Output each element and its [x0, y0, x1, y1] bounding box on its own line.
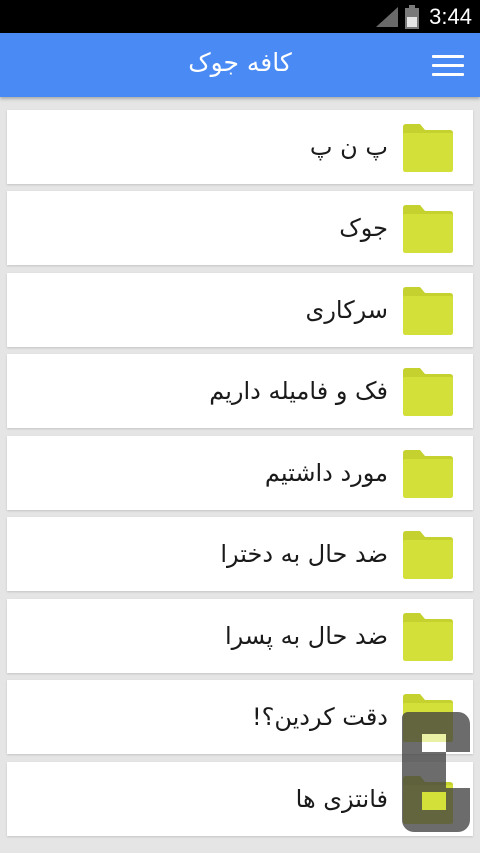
category-item[interactable]: مورد داشتیم	[7, 436, 473, 510]
category-label: دقت کردین؟!	[251, 703, 388, 731]
status-bar: 3:44	[0, 0, 480, 33]
category-item[interactable]: فک و فامیله داریم	[7, 354, 473, 428]
cafebazaar-logo-icon	[402, 712, 470, 832]
folder-icon	[403, 450, 453, 498]
category-label: پ ن پ	[309, 133, 388, 161]
category-label: سرکاری	[305, 296, 388, 324]
status-time: 3:44	[429, 4, 472, 29]
folder-icon	[403, 124, 453, 172]
category-item[interactable]: جوک	[7, 191, 473, 265]
folder-icon	[403, 205, 453, 253]
category-label: فانتزی ها	[295, 785, 388, 813]
signal-icon	[376, 7, 398, 27]
folder-icon	[403, 287, 453, 335]
category-item[interactable]: ضد حال به پسرا	[7, 599, 473, 673]
folder-icon	[403, 368, 453, 416]
category-label: ضد حال به دخترا	[220, 540, 388, 568]
category-item[interactable]: سرکاری	[7, 273, 473, 347]
app-title: کافه جوک	[188, 48, 292, 77]
app-bar: کافه جوک	[0, 33, 480, 97]
category-label: ضد حال به پسرا	[225, 622, 388, 650]
category-item[interactable]: پ ن پ	[7, 110, 473, 184]
folder-icon	[403, 531, 453, 579]
category-label: جوک	[339, 214, 388, 242]
folder-icon	[403, 613, 453, 661]
battery-icon	[405, 5, 419, 29]
category-label: فک و فامیله داریم	[209, 377, 388, 405]
category-item[interactable]: ضد حال به دخترا	[7, 517, 473, 591]
hamburger-menu-icon[interactable]	[432, 55, 464, 77]
category-label: مورد داشتیم	[264, 459, 388, 487]
